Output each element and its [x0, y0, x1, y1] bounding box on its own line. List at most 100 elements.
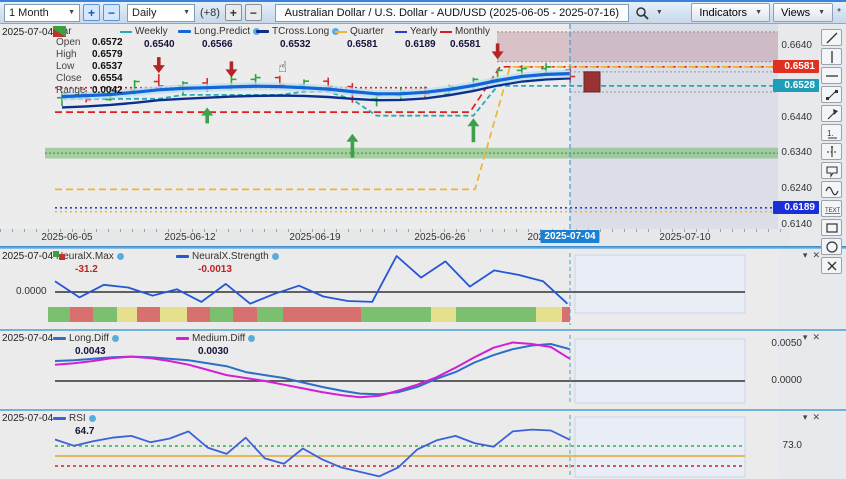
views-button[interactable]: Views ▼: [773, 3, 833, 22]
rectangle-tool[interactable]: [821, 219, 842, 236]
date-axis[interactable]: 2025-06-05 2025-06-12 2025-06-19 2025-06-26…: [0, 229, 790, 246]
legend-item-yearly[interactable]: Yearly 0.6189: [395, 26, 437, 50]
text-tool[interactable]: TEXT: [821, 200, 842, 217]
overlay-count-label: (+8): [200, 7, 220, 19]
neuralx-strength-line-icon: [176, 255, 189, 258]
search-dropdown-caret[interactable]: ▼: [656, 9, 663, 16]
delete-drawing-tool[interactable]: [821, 257, 842, 274]
info-icon[interactable]: [272, 253, 279, 260]
panel-date: 2025-07-04: [2, 413, 53, 424]
legend-item-quarter[interactable]: Quarter 0.6581: [335, 26, 384, 50]
date-axis-label: 2025-06-19: [289, 232, 340, 243]
interval-select-value: Daily: [132, 7, 156, 19]
info-icon[interactable]: [117, 253, 124, 260]
crosshair-measure-tool[interactable]: [821, 143, 842, 160]
price-axis-label: 0.6440: [768, 112, 812, 123]
panel-close-button[interactable]: ✕: [812, 332, 820, 342]
interval-increase-button[interactable]: +: [225, 4, 242, 21]
search-icon[interactable]: [635, 6, 649, 20]
legend-item-neuralx-strength[interactable]: NeuralX.Strength -0.0013: [176, 251, 279, 275]
range-decrease-button[interactable]: −: [103, 4, 120, 21]
weekly-line-icon: [120, 31, 132, 33]
top-toolbar: 1 Month ▼ + − Daily ▼ (+8) + − Australia…: [0, 2, 846, 24]
panel-collapse-button[interactable]: ▾: [803, 412, 808, 422]
date-axis-label: 2025-06-26: [414, 232, 465, 243]
price-axis-label: 0.6240: [768, 183, 812, 194]
chevron-down-icon: ▼: [755, 9, 762, 16]
yearly-line-icon: [395, 31, 407, 33]
info-icon[interactable]: [112, 335, 119, 342]
panel-date: 2025-07-04: [2, 251, 53, 262]
legend-item-rsi[interactable]: RSI 64.7: [53, 413, 96, 437]
date-axis-label: 2025-06-05: [41, 232, 92, 243]
main-chart-panel: 2025-07-04 Bar Open0.6572 High0.6579 Low…: [0, 24, 846, 246]
price-badge: 0.6581: [773, 60, 819, 73]
neuralx-panel: 2025-07-04 NeuralX.Max -31.2 NeuralX.Str…: [0, 249, 846, 329]
symbol-search-input[interactable]: Australian Dollar / U.S. Dollar - AUD/US…: [275, 4, 629, 22]
selected-date-badge: 2025-07-04: [540, 230, 599, 243]
range-increase-button[interactable]: +: [83, 4, 100, 21]
panel-date: 2025-07-04: [2, 333, 53, 344]
horizontal-line-tool[interactable]: [821, 67, 842, 84]
app-window: 1 Month ▼ + − Daily ▼ (+8) + − Australia…: [0, 0, 846, 479]
panel-collapse-button[interactable]: ▾: [803, 250, 808, 260]
price-badge: 0.6528: [773, 79, 819, 92]
ellipse-tool[interactable]: [821, 238, 842, 255]
indicators-button[interactable]: Indicators ▼: [691, 3, 770, 22]
quarter-line-icon: [335, 31, 347, 33]
svg-text:1.: 1.: [827, 129, 834, 138]
price-axis-label: 0.6340: [768, 147, 812, 158]
cursor-hand-icon: ☝: [278, 58, 287, 76]
svg-text:TEXT: TEXT: [825, 208, 840, 214]
legend-item-tcross-long[interactable]: TCross.Long 0.6532: [256, 26, 339, 50]
chevron-down-icon: ▼: [183, 9, 190, 16]
arrow-marker-tool[interactable]: [821, 105, 842, 122]
tcross-long-line-icon: [256, 30, 269, 33]
date-axis-label: 2025-06-12: [164, 232, 215, 243]
chevron-down-icon: ▼: [818, 9, 825, 16]
price-axis-label: 0.6140: [768, 219, 812, 230]
monthly-line-icon: [440, 31, 452, 33]
panel-close-button[interactable]: ✕: [812, 412, 820, 422]
legend-item-medium-diff[interactable]: Medium.Diff 0.0030: [176, 333, 255, 357]
upper-axis-label: 0.0050: [758, 338, 802, 349]
price-badge: 0.6189: [773, 201, 819, 214]
legend-item-long-diff[interactable]: Long.Diff 0.0043: [53, 333, 119, 357]
trendline-tool[interactable]: [821, 29, 842, 46]
diff-panel: 2025-07-04 Long.Diff 0.0043 Medium.Diff …: [0, 331, 846, 409]
chevron-down-icon: ▼: [68, 9, 75, 16]
fibonacci-tool[interactable]: 1.: [821, 124, 842, 141]
interval-select[interactable]: Daily ▼: [127, 4, 195, 22]
panel-collapse-button[interactable]: ▾: [803, 332, 808, 342]
overbought-axis-label: 73.0: [758, 440, 802, 451]
rsi-panel: 2025-07-04 RSI 64.7 73.0 ▾ ✕: [0, 411, 846, 479]
info-icon[interactable]: [248, 335, 255, 342]
vertical-line-tool[interactable]: [821, 48, 842, 65]
ohlc-readout: Open0.6572 High0.6579 Low0.6537 Close0.6…: [56, 37, 123, 97]
info-icon[interactable]: [89, 415, 96, 422]
range-select-value: 1 Month: [9, 7, 49, 19]
rsi-chart-canvas[interactable]: [0, 411, 790, 479]
callout-tool[interactable]: [821, 162, 842, 179]
long-predict-line-icon: [178, 30, 191, 33]
date-axis-label: 2025-07-10: [659, 232, 710, 243]
wave-tool[interactable]: [821, 181, 842, 198]
legend-item-bar[interactable]: Bar: [53, 26, 72, 37]
drawing-toolbar: 1. TEXT: [821, 29, 844, 274]
interval-decrease-button[interactable]: −: [245, 4, 262, 21]
range-select[interactable]: 1 Month ▼: [4, 4, 80, 22]
rsi-line-icon: [53, 417, 66, 420]
legend-item-monthly[interactable]: Monthly 0.6581: [440, 26, 490, 50]
medium-diff-line-icon: [176, 337, 189, 340]
legend-item-neuralx-max[interactable]: NeuralX.Max -31.2: [53, 251, 124, 275]
ray-segment-tool[interactable]: [821, 86, 842, 103]
long-diff-line-icon: [53, 337, 66, 340]
legend-item-long-predict[interactable]: Long.Predict 0.6566: [178, 26, 260, 50]
corner-star-label: *: [837, 7, 841, 18]
price-axis-label: 0.6640: [768, 40, 812, 51]
zero-axis-label: 0.0000: [758, 375, 802, 386]
legend-item-weekly[interactable]: Weekly 0.6540: [120, 26, 175, 50]
main-panel-date: 2025-07-04: [2, 27, 53, 38]
panel-close-button[interactable]: ✕: [812, 250, 820, 260]
zero-axis-label: 0.0000: [16, 286, 47, 297]
